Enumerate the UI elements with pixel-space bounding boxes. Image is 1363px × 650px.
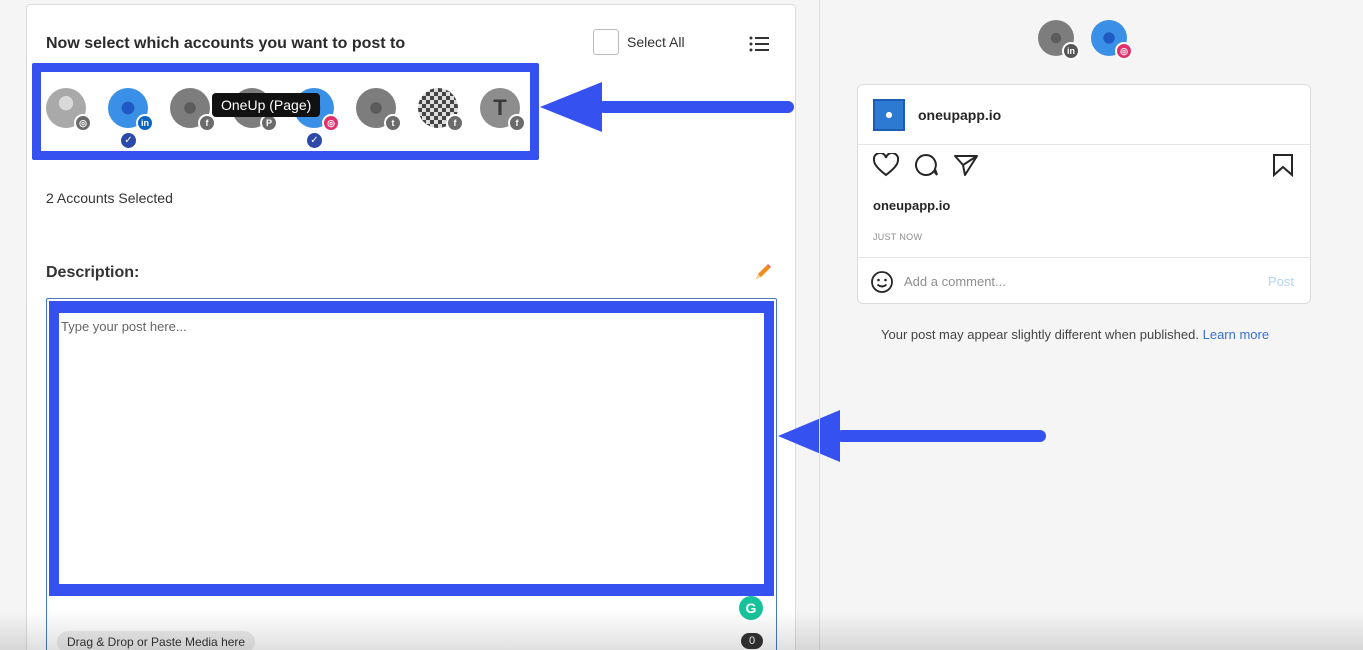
select-all-control[interactable]: Select All <box>593 29 685 55</box>
pencil-icon[interactable] <box>753 262 773 282</box>
preview-tab-instagram[interactable]: ◎ <box>1091 20 1133 60</box>
comment-icon <box>915 153 938 176</box>
emoji-icon <box>871 271 893 293</box>
preview-caption-user: oneupapp.io <box>873 198 951 213</box>
instagram-badge-icon: ◎ <box>74 114 92 132</box>
arrow-pointing-editor-icon <box>778 410 1046 462</box>
instagram-preview-card: oneupapp.io oneupapp.io JUST NOW Add a c… <box>857 84 1311 304</box>
preview-header: oneupapp.io <box>873 99 1001 131</box>
preview-note: Your post may appear slightly different … <box>881 327 1269 342</box>
list-view-icon[interactable] <box>749 36 769 52</box>
preview-note-text: Your post may appear slightly different … <box>881 327 1199 342</box>
comment-input: Add a comment... <box>904 274 1006 289</box>
account-facebook-2[interactable]: f <box>418 88 464 132</box>
selected-check-icon: ✓ <box>307 133 322 148</box>
account-tooltip: OneUp (Page) <box>212 93 321 117</box>
account-twitter[interactable]: t <box>356 88 402 132</box>
post-editor: G Drag & Drop or Paste Media here 0 <box>46 298 777 650</box>
media-drop-zone[interactable]: Drag & Drop or Paste Media here <box>57 631 256 650</box>
instagram-badge-icon: ◎ <box>322 114 340 132</box>
account-facebook-1[interactable]: f <box>170 88 216 132</box>
selected-count: 2 Accounts Selected <box>46 190 173 206</box>
heart-icon <box>873 153 899 177</box>
select-all-checkbox[interactable] <box>593 29 619 55</box>
facebook-badge-icon: f <box>198 114 216 132</box>
learn-more-link[interactable]: Learn more <box>1203 327 1269 342</box>
instagram-badge-icon: ◎ <box>1115 42 1133 60</box>
divider <box>858 257 1310 258</box>
linkedin-badge-icon: in <box>1062 42 1080 60</box>
preview-tab-linkedin[interactable]: in <box>1038 20 1080 60</box>
divider <box>858 144 1310 145</box>
post-comment-button: Post <box>1267 274 1294 289</box>
account-instagram-1[interactable]: ◎ <box>46 88 92 132</box>
character-count: 0 <box>741 633 764 649</box>
preview-account-name: oneupapp.io <box>918 107 1002 123</box>
account-linkedin[interactable]: in ✓ <box>108 88 154 148</box>
grammarly-icon[interactable]: G <box>739 596 763 620</box>
bookmark-icon <box>1273 154 1293 177</box>
account-facebook-3[interactable]: T f <box>480 88 526 132</box>
panel-divider <box>819 0 820 650</box>
preview-avatar <box>873 99 905 131</box>
preview-action-icons <box>873 153 979 177</box>
twitter-badge-icon: t <box>384 114 402 132</box>
select-all-label: Select All <box>627 34 685 50</box>
preview-timestamp: JUST NOW <box>873 232 923 242</box>
share-icon <box>954 155 978 176</box>
description-label: Description: <box>46 264 140 281</box>
facebook-badge-icon: f <box>446 114 464 132</box>
post-textarea[interactable] <box>49 301 774 596</box>
facebook-badge-icon: f <box>508 114 526 132</box>
linkedin-badge-icon: in <box>136 114 154 132</box>
account-select-heading: Now select which accounts you want to po… <box>46 35 406 52</box>
arrow-pointing-accounts-icon <box>540 82 794 132</box>
selected-check-icon: ✓ <box>121 133 136 148</box>
